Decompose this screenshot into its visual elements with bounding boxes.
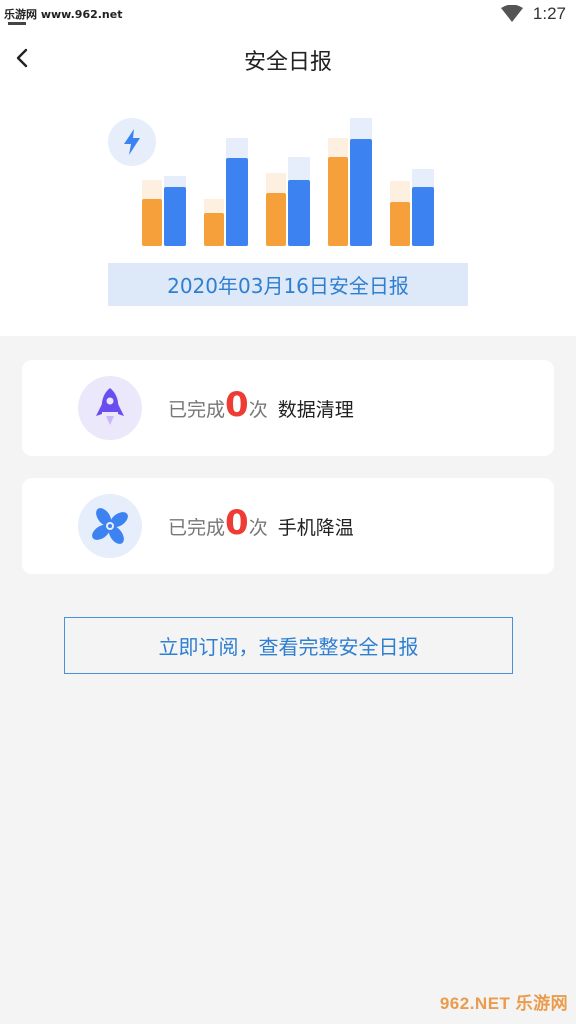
card-suffix: 次: [248, 517, 268, 539]
status-right: 1:27: [500, 4, 566, 24]
watermark-text: 962.NET 乐游网: [439, 993, 569, 1013]
bar-blue: [226, 158, 248, 246]
card-icon-badge: [78, 376, 142, 440]
card-task-label: 数据清理: [277, 399, 354, 421]
bar-orange: [204, 213, 224, 246]
bar-blue: [412, 187, 434, 246]
bar-orange: [266, 193, 286, 246]
card-suffix: 次: [248, 399, 268, 421]
status-bar: 乐游网 www.962.net 1:27: [0, 0, 576, 30]
status-site-text: 乐游网 www.962.net: [4, 8, 123, 21]
page-title: 安全日报: [243, 50, 332, 75]
rocket-icon: [96, 388, 124, 425]
card-phone-cooling[interactable]: 已完成 0 次 手机降温: [22, 478, 554, 574]
card-count: 0: [225, 503, 249, 543]
status-time: 1:27: [532, 4, 566, 23]
date-report-banner: 2020年03月16日安全日报: [108, 263, 468, 306]
decorative-bar-chart: [142, 118, 434, 246]
card-prefix: 已完成: [168, 517, 226, 539]
bar-blue: [288, 180, 310, 246]
status-indicator: [8, 22, 26, 25]
bar-orange: [328, 157, 348, 246]
card-task-label: 手机降温: [277, 517, 354, 539]
card-status-text: 已完成 0 次 手机降温: [168, 506, 354, 540]
card-count: 0: [225, 385, 249, 425]
card-data-cleanup[interactable]: 已完成 0 次 数据清理: [22, 360, 554, 456]
wifi-icon: [500, 5, 523, 22]
subscribe-button[interactable]: 立即订阅，查看完整安全日报: [64, 617, 513, 674]
bar-blue: [350, 139, 372, 246]
card-status-text: 已完成 0 次 数据清理: [168, 388, 354, 422]
card-prefix: 已完成: [168, 399, 226, 421]
bar-blue: [164, 187, 186, 246]
bar-orange: [142, 199, 162, 246]
fan-icon: [92, 508, 128, 544]
bar-orange: [390, 202, 410, 246]
card-icon-badge: [78, 494, 142, 558]
top-panel: 安全日报 2020年03月16日安全日报: [0, 30, 576, 336]
site-watermark-logo: 962.NET 乐游网: [438, 982, 570, 1020]
